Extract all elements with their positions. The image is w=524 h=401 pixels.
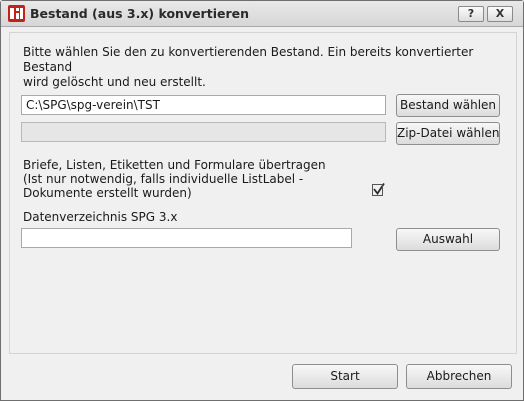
zip-path-field xyxy=(21,122,386,142)
data-dir-field[interactable] xyxy=(21,228,352,248)
intro-text: Bitte wählen Sie den zu konvertierenden … xyxy=(23,45,474,89)
bestand-path-field[interactable]: C:\SPG\spg-verein\TST xyxy=(21,95,386,115)
dialog-content: Bitte wählen Sie den zu konvertierenden … xyxy=(9,32,517,354)
auswahl-button[interactable]: Auswahl xyxy=(396,228,500,251)
title-bar[interactable]: Bestand (aus 3.x) konvertieren ? X xyxy=(1,1,523,27)
close-button[interactable]: X xyxy=(487,6,513,22)
zip-datei-waehlen-button[interactable]: Zip-Datei wählen xyxy=(396,122,500,145)
data-dir-label: Datenverzeichnis SPG 3.x xyxy=(23,210,178,224)
dialog-window: Bestand (aus 3.x) konvertieren ? X Bitte… xyxy=(0,0,524,401)
checkmark-icon xyxy=(372,183,385,196)
transfer-checkbox[interactable] xyxy=(372,182,386,196)
help-button[interactable]: ? xyxy=(458,6,484,22)
app-logo-icon xyxy=(8,5,25,22)
abbrechen-button[interactable]: Abbrechen xyxy=(406,364,512,389)
start-button[interactable]: Start xyxy=(292,364,398,389)
bestand-waehlen-button[interactable]: Bestand wählen xyxy=(396,94,500,117)
transfer-label: Briefe, Listen, Etiketten und Formulare … xyxy=(23,158,326,200)
window-title: Bestand (aus 3.x) konvertieren xyxy=(30,6,250,21)
